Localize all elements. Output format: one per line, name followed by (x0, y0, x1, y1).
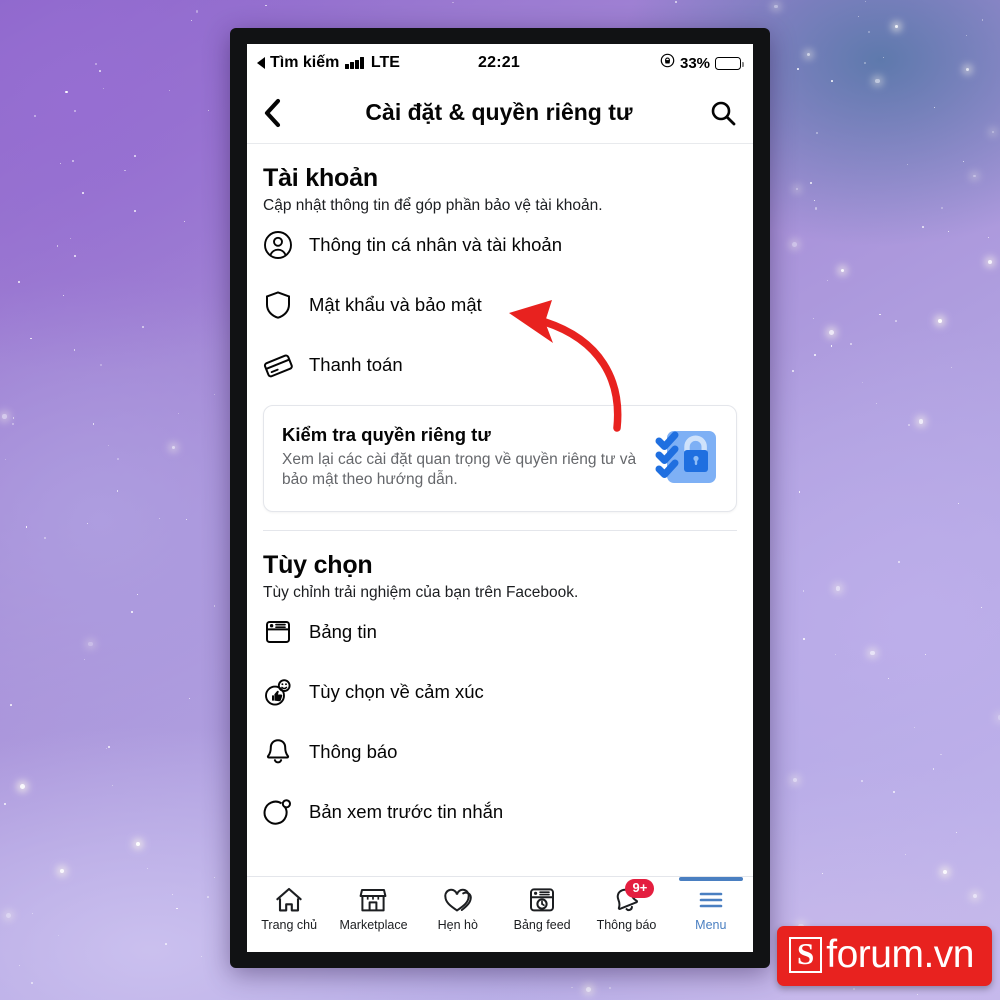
tab-label: Bảng feed (513, 918, 571, 932)
settings-content: Tài khoản Cập nhật thông tin để góp phần… (247, 164, 753, 842)
feed-board-icon (527, 885, 557, 915)
tab-label: Menu (695, 918, 727, 932)
home-icon (274, 885, 304, 915)
tab-label: Thông báo (596, 918, 657, 932)
sforum-watermark: S forum.vn (777, 926, 992, 986)
tab-label: Hẹn hò (437, 918, 478, 932)
bell-icon (263, 737, 293, 767)
status-back-triangle-icon[interactable] (257, 57, 265, 69)
page-title: Cài đặt & quyền riêng tư (365, 99, 633, 125)
person-circle-icon (263, 230, 293, 260)
active-tab-indicator (678, 877, 743, 881)
section-divider (263, 529, 737, 531)
cellular-signal-icon (345, 57, 364, 69)
reactions-icon (263, 677, 293, 707)
section-title: Tùy chọn (263, 550, 373, 579)
settings-row-label: Thông tin cá nhân và tài khoản (309, 234, 563, 255)
dating-hearts-icon (442, 885, 474, 915)
tab-home[interactable]: Trang chủ (247, 877, 331, 932)
watermark-logo-letter: S (789, 936, 823, 974)
settings-row-personal-info[interactable]: Thông tin cá nhân và tài khoản (263, 215, 737, 275)
credit-card-icon (263, 350, 293, 380)
settings-row-label: Tùy chọn về cảm xúc (309, 680, 484, 702)
tab-notifications[interactable]: 9+ Thông báo (584, 877, 668, 932)
tab-menu[interactable]: Menu (669, 877, 753, 932)
settings-row-reaction-preferences[interactable]: Tùy chọn về cảm xúc (263, 662, 737, 722)
shield-icon (263, 290, 293, 320)
settings-row-payments[interactable]: Thanh toán (263, 335, 737, 395)
hamburger-menu-icon (697, 885, 725, 915)
status-clock: 22:21 (478, 54, 520, 71)
privacy-card-text: Kiểm tra quyền riêng tư Xem lại các cài … (282, 424, 642, 491)
settings-row-label: Mật khẩu và bảo mật (309, 294, 482, 315)
status-back-label[interactable]: Tìm kiếm (270, 54, 339, 72)
tab-feed-board[interactable]: Bảng feed (500, 877, 584, 932)
tab-marketplace[interactable]: Marketplace (331, 877, 415, 932)
section-subtitle: Cập nhật thông tin để góp phần bảo vệ tà… (263, 197, 603, 214)
settings-row-news-feed[interactable]: Bảng tin (263, 602, 737, 662)
privacy-card-title: Kiểm tra quyền riêng tư (282, 424, 491, 445)
privacy-checkup-lock-icon (654, 424, 720, 490)
settings-row-label: Thanh toán (309, 354, 403, 375)
tab-label: Trang chủ (261, 918, 318, 932)
tab-label: Marketplace (339, 918, 408, 932)
status-bar-left: Tìm kiếm LTE (257, 54, 478, 72)
phone-device-frame: Tìm kiếm LTE 22:21 33% Cài đặt & quyền r… (230, 28, 770, 968)
news-feed-icon (263, 617, 293, 647)
settings-row-message-preview[interactable]: Bản xem trước tin nhắn (263, 782, 737, 842)
chevron-left-icon (264, 98, 281, 127)
section-subtitle: Tùy chỉnh trải nghiệm của bạn trên Faceb… (263, 583, 579, 601)
bottom-tab-bar: Trang chủ Marketplace Hẹn hò Bảng feed 9… (247, 876, 753, 952)
section-title: Tài khoản (263, 164, 378, 192)
search-icon (711, 101, 736, 125)
settings-row-label: Thông báo (309, 740, 398, 762)
message-preview-icon (263, 797, 293, 827)
tab-dating[interactable]: Hẹn hò (416, 877, 500, 932)
status-bar: Tìm kiếm LTE 22:21 33% (247, 44, 753, 82)
settings-row-label: Bảng tin (309, 620, 377, 642)
status-bar-right: 33% (520, 53, 745, 73)
search-button[interactable] (697, 99, 737, 127)
back-button[interactable] (261, 98, 301, 128)
privacy-checkup-card[interactable]: Kiểm tra quyền riêng tư Xem lại các cài … (263, 405, 737, 512)
watermark-text: forum.vn (826, 933, 974, 976)
privacy-card-description: Xem lại các cài đặt quan trọng về quyền … (282, 451, 637, 489)
settings-row-password-security[interactable]: Mật khẩu và bảo mật (263, 275, 737, 335)
app-header: Cài đặt & quyền riêng tư (247, 82, 753, 144)
section-preferences: Tùy chọn Tùy chỉnh trải nghiệm của bạn t… (263, 551, 737, 842)
marketplace-icon (358, 885, 388, 915)
network-type-label: LTE (370, 54, 400, 71)
notification-badge: 9+ (625, 879, 655, 899)
battery-icon (715, 56, 745, 70)
bell-icon: 9+ (611, 879, 655, 915)
rotation-lock-icon (660, 53, 675, 73)
phone-screen: Tìm kiếm LTE 22:21 33% Cài đặt & quyền r… (247, 44, 753, 952)
settings-row-notifications[interactable]: Thông báo (263, 722, 737, 782)
section-account: Tài khoản Cập nhật thông tin để góp phần… (263, 164, 737, 395)
battery-percent-label: 33% (679, 54, 711, 72)
settings-row-label: Bản xem trước tin nhắn (309, 800, 504, 822)
